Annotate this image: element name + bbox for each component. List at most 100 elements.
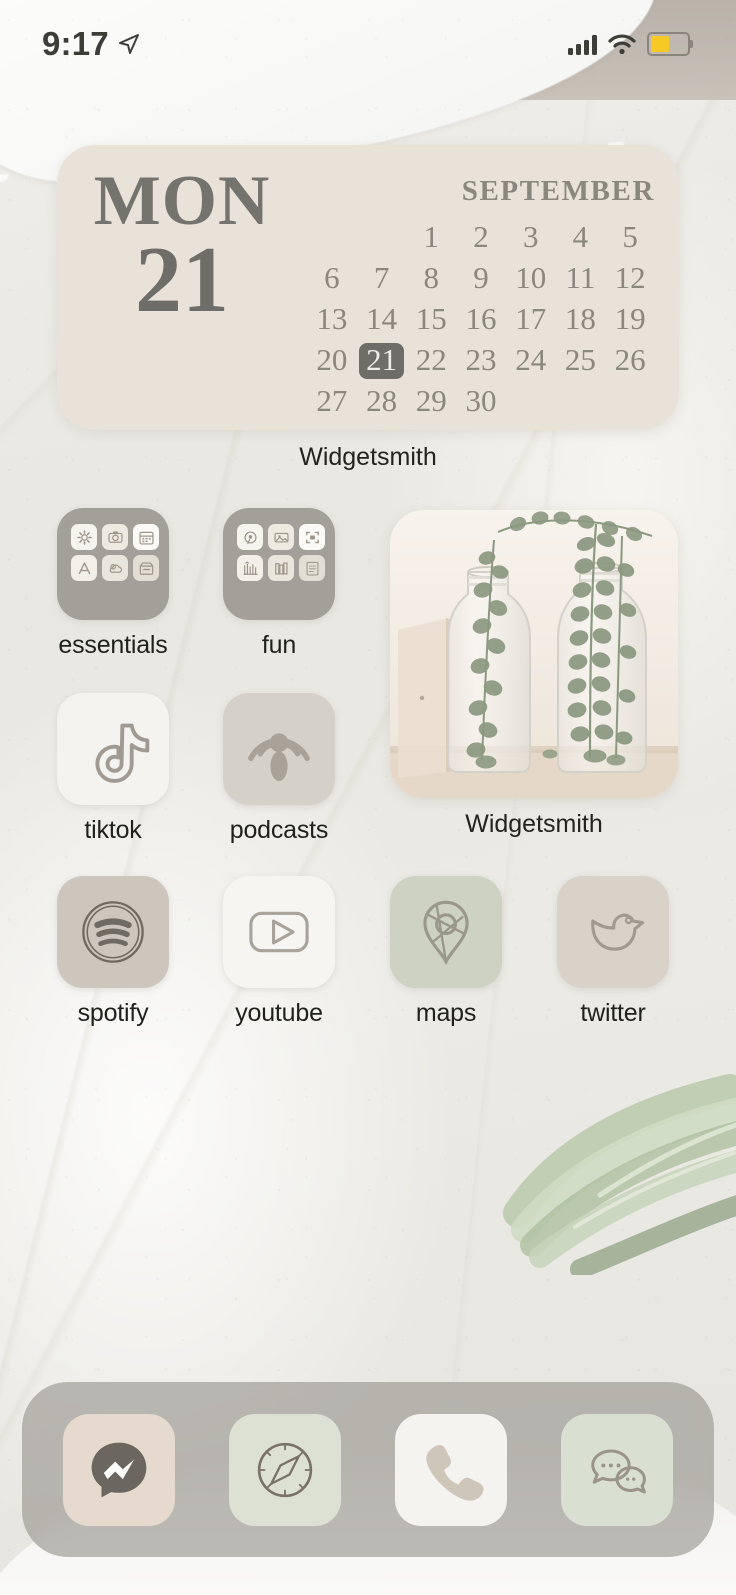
photos-icon [268, 524, 294, 550]
app-tile-tiktok[interactable] [57, 693, 169, 805]
calendar-cell: 29 [415, 383, 447, 418]
battery-icon [647, 32, 693, 56]
status-bar: 9:17 [0, 0, 736, 88]
app-tile-maps[interactable] [390, 876, 502, 988]
app-store-icon [71, 555, 97, 581]
weather-icon [102, 555, 128, 581]
calendar-cell: 19 [614, 301, 646, 336]
app-icon-essentials[interactable]: essentials [57, 508, 169, 660]
calendar-day-number: 21 [135, 227, 229, 332]
snapchat-icon [299, 524, 325, 550]
app-label-tiktok: tiktok [84, 816, 142, 844]
folder-preview-grid [223, 508, 335, 620]
calendar-cell: 11 [565, 260, 596, 295]
calendar-cell: 3 [522, 219, 539, 254]
app-icon-twitter[interactable]: twitter [557, 876, 669, 1028]
widget-photo[interactable] [390, 510, 678, 798]
iphone-home-screen: 9:17 MON 21 SEPTEMBER ..1234567891011121… [0, 0, 736, 1595]
calendar-cell: 16 [465, 301, 497, 336]
app-tile-twitter[interactable] [557, 876, 669, 988]
dock-item-safari[interactable] [229, 1413, 341, 1526]
calendar-cell: 12 [614, 260, 646, 295]
calendar-icon [133, 524, 159, 550]
youtube-play-icon [240, 893, 318, 971]
widget-calendar-label: Widgetsmith [299, 443, 437, 471]
calendar-cell: 13 [316, 301, 348, 336]
calendar-month-block: SEPTEMBER ..1234567891011121314151617181… [307, 145, 679, 420]
location-arrow-icon [118, 34, 139, 54]
folder-tile-fun[interactable] [223, 508, 335, 620]
messenger-bolt-icon [81, 1432, 157, 1508]
dock [22, 1382, 714, 1557]
app-tile-spotify[interactable] [57, 876, 169, 988]
widget-photo-label: Widgetsmith [465, 810, 603, 838]
app-icon-podcasts[interactable]: podcasts [223, 693, 335, 845]
app-tile-podcasts[interactable] [223, 693, 335, 805]
books-icon [268, 555, 294, 581]
app-label-fun: fun [261, 631, 297, 659]
phone-handset-icon [413, 1432, 489, 1508]
safari-compass-icon [247, 1432, 323, 1508]
app-label-maps: maps [415, 999, 477, 1027]
twitter-bird-icon [574, 893, 652, 971]
folder-preview-grid [57, 508, 169, 620]
calendar-cell-today: 21 [357, 341, 407, 379]
map-pin-icon [407, 893, 485, 971]
dock-item-phone[interactable] [395, 1413, 507, 1526]
calendar-cell: 7 [373, 260, 390, 295]
app-label-twitter: twitter [580, 999, 646, 1027]
dock-item-messages[interactable] [561, 1413, 673, 1526]
tiktok-note-icon [74, 710, 152, 788]
app-icon-spotify[interactable]: spotify [57, 876, 169, 1028]
dock-item-messenger[interactable] [63, 1413, 175, 1526]
calendar-cell: 4 [572, 219, 589, 254]
status-bar-left: 9:17 [42, 25, 141, 63]
clock-time: 9:17 [42, 25, 109, 62]
calendar-cell: 15 [415, 301, 447, 336]
app-label-podcasts: podcasts [229, 816, 329, 844]
widget-calendar[interactable]: MON 21 SEPTEMBER ..123456789101112131415… [57, 145, 679, 430]
green-brushstroke [503, 1074, 736, 1275]
status-bar-right [568, 32, 693, 56]
calendar-cell: 27 [316, 383, 348, 418]
app-label-essentials: essentials [58, 631, 168, 659]
calendar-cell: 23 [465, 342, 497, 377]
calendar-weekday: MON [93, 162, 271, 240]
calendar-cell: 6 [324, 260, 340, 295]
calendar-cell: 18 [564, 301, 596, 336]
calendar-cell: 26 [614, 342, 646, 377]
calendar-cell: 2 [473, 219, 489, 254]
calendar-cell: 10 [515, 260, 547, 295]
camera-icon [102, 524, 128, 550]
calendar-cell: 22 [415, 342, 447, 377]
calendar-cell: 25 [564, 342, 596, 377]
calendar-cell: 20 [316, 342, 348, 377]
netflix-icon [237, 555, 263, 581]
calendar-cell: 14 [366, 301, 398, 336]
calendar-cell: 24 [515, 342, 547, 377]
settings-icon [71, 524, 97, 550]
app-icon-tiktok[interactable]: tiktok [57, 693, 169, 845]
app-icon-fun[interactable]: fun [223, 508, 335, 660]
app-icon-youtube[interactable]: youtube [223, 876, 335, 1028]
app-tile-youtube[interactable] [223, 876, 335, 988]
calendar-cell: 8 [423, 260, 440, 295]
files-icon [133, 555, 159, 581]
calendar-cell: 1 [423, 219, 440, 254]
app-icon-maps[interactable]: maps [390, 876, 502, 1028]
wifi-icon [608, 33, 636, 54]
notes-icon [299, 555, 325, 581]
photo-bottles-eucalyptus [390, 510, 678, 798]
cellular-signal-icon [568, 34, 597, 55]
calendar-cell: 30 [465, 383, 497, 418]
folder-tile-essentials[interactable] [57, 508, 169, 620]
calendar-date-block: MON 21 [57, 145, 307, 327]
calendar-cell: 17 [515, 301, 547, 336]
chat-bubbles-icon [579, 1432, 655, 1508]
podcasts-mic-icon [240, 710, 318, 788]
calendar-day-grid: ..12345678910111213141516171819202122232… [307, 218, 655, 420]
app-label-youtube: youtube [235, 999, 323, 1027]
calendar-cell: 28 [366, 383, 398, 418]
calendar-cell: 9 [473, 260, 489, 295]
calendar-cell: 5 [622, 219, 638, 254]
